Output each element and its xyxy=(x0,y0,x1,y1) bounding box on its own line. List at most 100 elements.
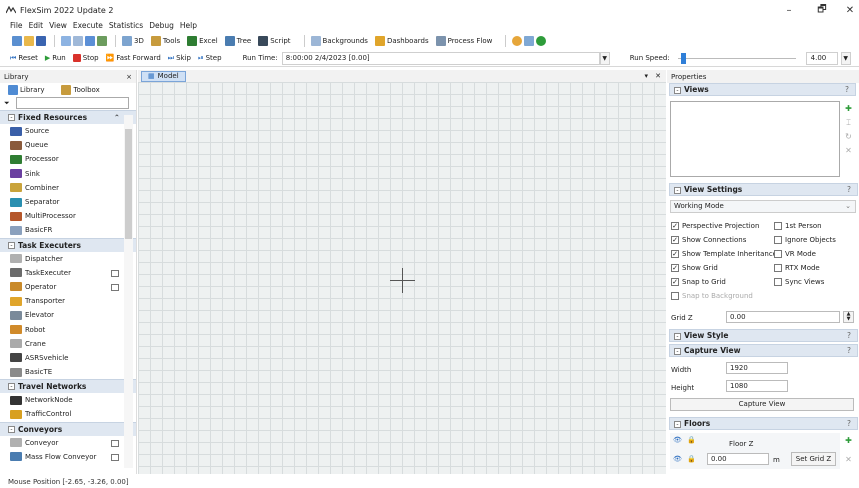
object-docs-icon[interactable] xyxy=(111,269,119,277)
step-button[interactable]: ⏯ Step xyxy=(198,54,222,63)
run-time-field[interactable]: 8:00:00 2/4/2023 [0.00] xyxy=(281,51,600,65)
library-scroll-thumb[interactable] xyxy=(125,129,132,239)
lock-icon[interactable]: 🔒 xyxy=(687,436,696,444)
run-speed-dropdown[interactable]: ▼ xyxy=(840,51,851,65)
library-close-button[interactable]: × xyxy=(126,73,132,81)
library-item[interactable]: BasicTE xyxy=(0,365,136,379)
capture-view-button[interactable]: Capture View xyxy=(670,398,854,411)
add-view-icon[interactable]: ✚ xyxy=(844,104,853,113)
capture-view-help-icon[interactable]: ? xyxy=(847,346,851,355)
collapse-icon[interactable]: - xyxy=(8,425,15,433)
settings-gear-icon[interactable] xyxy=(512,36,523,46)
library-item[interactable]: Elevator xyxy=(0,308,136,322)
set-grid-z-button[interactable]: Set Grid Z xyxy=(791,452,836,466)
3d-view-button[interactable]: 3D xyxy=(122,36,144,46)
run-button[interactable]: ▶ Run xyxy=(45,54,66,62)
filter-icon[interactable]: ⏷ xyxy=(4,99,10,108)
floors-section-header[interactable]: - Floors? xyxy=(669,417,858,430)
library-item[interactable]: Crane xyxy=(0,337,136,351)
checkbox-snap-to-grid[interactable]: ✓ Snap to Grid xyxy=(671,278,726,286)
object-docs-icon[interactable] xyxy=(111,453,119,461)
menu-execute[interactable]: Execute xyxy=(73,21,103,33)
tab-model[interactable]: ▦ Model xyxy=(141,70,186,82)
checkbox-box[interactable] xyxy=(774,250,782,258)
library-item[interactable]: Robot xyxy=(0,322,136,336)
checkbox-box[interactable] xyxy=(774,264,782,272)
floors-help-icon[interactable]: ? xyxy=(847,419,851,428)
menu-debug[interactable]: Debug xyxy=(149,21,174,33)
library-item[interactable]: Queue xyxy=(0,138,136,152)
dashboards-button[interactable]: Dashboards xyxy=(374,36,429,46)
fast-forward-button[interactable]: ⏩ Fast Forward xyxy=(106,54,161,62)
run-speed-value[interactable]: 4.00 xyxy=(805,51,838,65)
capture-view-section-header[interactable]: - Capture View? xyxy=(669,344,858,357)
tab-list-dropdown[interactable]: ▾ xyxy=(644,72,648,80)
collapse-icon[interactable]: - xyxy=(8,114,15,121)
grid-z-stepper[interactable]: ▲ ▼ xyxy=(843,311,854,323)
run-time-dropdown[interactable]: ▼ xyxy=(599,51,610,65)
group-icon[interactable] xyxy=(97,36,107,46)
library-category-header[interactable]: - Travel Networks xyxy=(0,379,136,394)
library-item[interactable]: Separator xyxy=(0,195,136,209)
help-icon[interactable] xyxy=(536,36,547,46)
select-mode-icon[interactable] xyxy=(85,36,95,46)
open-model-icon[interactable] xyxy=(24,36,34,46)
checkbox-box[interactable] xyxy=(774,278,782,286)
library-scrollbar[interactable] xyxy=(124,115,133,468)
save-model-icon[interactable] xyxy=(36,36,46,46)
lock-icon[interactable]: 🔒 xyxy=(687,455,696,463)
checkbox-box[interactable] xyxy=(774,236,782,244)
checkbox-show-connections[interactable]: ✓ Show Connections xyxy=(671,236,746,244)
library-item[interactable]: Transporter xyxy=(0,294,136,308)
skip-button[interactable]: ⏭ Skip xyxy=(168,54,191,63)
library-item[interactable]: Dispatcher xyxy=(0,252,136,266)
collapse-icon[interactable]: - xyxy=(8,241,15,249)
library-filter-input[interactable] xyxy=(15,97,129,109)
close-window-button[interactable]: ✕ xyxy=(833,0,859,20)
excel-button[interactable]: Excel xyxy=(187,36,218,46)
library-item[interactable]: Sink xyxy=(0,167,136,181)
checkbox-box[interactable]: ✓ xyxy=(671,222,679,230)
checkbox-show-template-inheritance[interactable]: ✓ Show Template Inheritance xyxy=(671,250,777,258)
library-item[interactable]: Source xyxy=(0,124,136,138)
reset-button[interactable]: ⏮ Reset xyxy=(10,54,38,63)
tab-library[interactable]: Library xyxy=(8,84,44,95)
menu-file[interactable]: File xyxy=(10,21,23,33)
library-item[interactable]: TaskExecuter xyxy=(0,266,136,280)
checkbox-ignore-objects[interactable]: Ignore Objects xyxy=(774,236,836,244)
collapse-all-icon[interactable]: ⌃ xyxy=(114,113,120,122)
user-tools-icon[interactable] xyxy=(524,36,535,46)
add-floor-icon[interactable]: ✚ xyxy=(844,436,853,445)
script-button[interactable]: Script xyxy=(258,36,291,46)
checkbox-box[interactable]: ✓ xyxy=(671,278,679,286)
visibility-eye-icon[interactable]: 👁 xyxy=(673,455,682,463)
stop-button[interactable]: Stop xyxy=(72,54,99,62)
disconnect-objects-icon[interactable] xyxy=(73,36,83,46)
library-item[interactable]: Mass Flow Conveyor xyxy=(0,450,136,464)
capture-height-field[interactable]: 1080 xyxy=(726,380,788,392)
library-item[interactable]: Combiner xyxy=(0,181,136,195)
view-style-section-header[interactable]: - View Style? xyxy=(669,329,858,342)
menu-view[interactable]: View xyxy=(49,21,67,33)
remove-floor-icon[interactable]: ✕ xyxy=(844,455,853,464)
checkbox-box[interactable]: ✓ xyxy=(671,250,679,258)
checkbox-1st-person[interactable]: 1st Person xyxy=(774,222,822,230)
views-help-icon[interactable]: ? xyxy=(845,85,849,94)
view-style-help-icon[interactable]: ? xyxy=(847,331,851,340)
views-list[interactable] xyxy=(670,101,840,177)
new-model-icon[interactable] xyxy=(12,36,22,46)
views-section-header[interactable]: - Views? xyxy=(669,83,856,96)
library-category-header[interactable]: - Task Executers xyxy=(0,237,136,252)
tree-button[interactable]: Tree xyxy=(224,36,251,46)
library-item[interactable]: TrafficControl xyxy=(0,407,136,421)
checkbox-show-grid[interactable]: ✓ Show Grid xyxy=(671,264,718,272)
menu-help[interactable]: Help xyxy=(180,21,197,33)
refresh-view-icon[interactable]: ↻ xyxy=(844,132,853,141)
checkbox-box[interactable]: ✓ xyxy=(671,236,679,244)
library-category-header[interactable]: - Fixed Resources ⌃ xyxy=(0,110,136,124)
library-item[interactable]: NetworkNode xyxy=(0,393,136,407)
library-item[interactable]: Processor xyxy=(0,152,136,166)
tools-button[interactable]: Tools xyxy=(150,36,180,46)
visibility-eye-icon[interactable]: 👁 xyxy=(673,436,682,444)
floor-z-field[interactable]: 0.00 xyxy=(707,453,769,465)
